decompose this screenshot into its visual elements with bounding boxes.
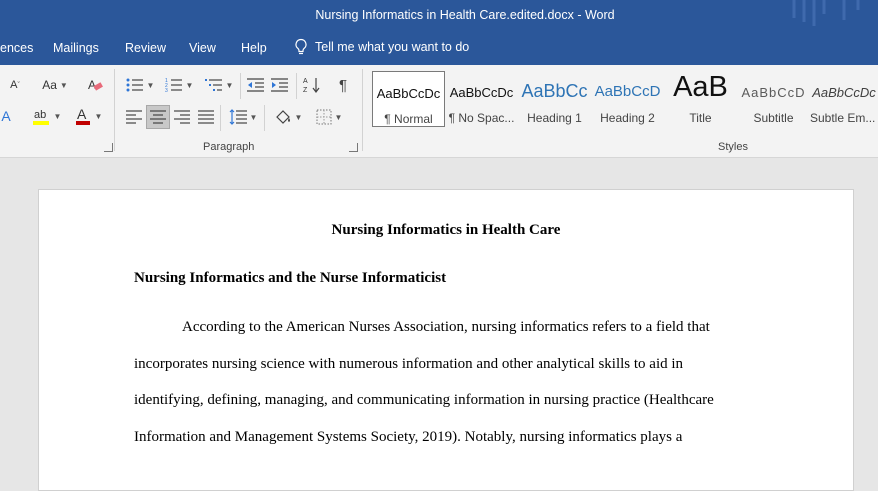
lightbulb-icon <box>295 38 307 55</box>
numbering-icon: 123 <box>165 78 182 93</box>
style-preview: AaBbCcDc <box>376 86 441 101</box>
paint-bucket-icon <box>275 110 290 124</box>
tab-references[interactable]: ences <box>0 41 33 55</box>
justify-button[interactable] <box>196 107 216 127</box>
sort-icon: AZ <box>303 78 320 94</box>
line-spacing-icon <box>229 109 247 125</box>
change-case-button[interactable]: Aa ▼ <box>38 75 72 95</box>
numbering-button[interactable]: 123 ▼ <box>162 75 196 95</box>
style-heading-2[interactable]: AaBbCcD Heading 2 <box>591 71 664 127</box>
text-effects-button[interactable]: A <box>0 105 12 127</box>
align-center-icon <box>150 110 166 124</box>
font-size-shrink-button[interactable]: Aˇ <box>0 75 30 95</box>
bullets-button[interactable]: ▼ <box>124 75 156 95</box>
svg-text:A: A <box>303 78 308 85</box>
style-preview: AaBbCcDc <box>812 85 876 100</box>
style-preview: AaBbCcD <box>594 83 661 100</box>
font-dialog-launcher[interactable] <box>104 143 113 152</box>
document-title: Nursing Informatics in Health Care <box>331 222 561 238</box>
style-name: Heading 1 <box>527 111 582 125</box>
style-name: Subtitle <box>753 111 794 125</box>
decorative-pattern <box>792 0 860 26</box>
align-left-button[interactable] <box>124 107 144 127</box>
shading-button[interactable]: ▼ <box>270 107 306 127</box>
mini-separator <box>264 105 265 131</box>
paragraph-line: Information and Management Systems Socie… <box>134 429 683 445</box>
style-name: ¶ No Spac... <box>448 111 515 125</box>
line-spacing-button[interactable]: ▼ <box>226 107 260 127</box>
svg-text:A: A <box>88 78 96 92</box>
style-name: Heading 2 <box>600 111 655 125</box>
svg-text:Z: Z <box>303 87 308 94</box>
style-preview: AaBbCcD <box>741 85 806 100</box>
window-title: Nursing Informatics in Health Care.edite… <box>315 8 615 22</box>
style-preview: AaBbCcDc <box>449 85 514 100</box>
clear-formatting-button[interactable]: A <box>84 75 106 95</box>
style-subtitle[interactable]: AaBbCcD Subtitle <box>737 71 810 127</box>
tab-help[interactable]: Help <box>241 41 267 55</box>
bullets-icon <box>126 78 143 92</box>
align-center-button[interactable] <box>146 105 170 129</box>
paragraph-dialog-launcher[interactable] <box>349 143 358 152</box>
document-canvas[interactable]: Nursing Informatics in Health Care Nursi… <box>0 158 878 491</box>
document-page[interactable]: Nursing Informatics in Health Care Nursi… <box>38 189 854 491</box>
tab-review[interactable]: Review <box>125 41 166 55</box>
group-separator <box>362 69 363 151</box>
decrease-indent-button[interactable] <box>246 75 266 95</box>
decrease-indent-icon <box>247 78 264 92</box>
align-left-icon <box>126 110 142 124</box>
title-bar: Nursing Informatics in Health Care.edite… <box>0 0 878 32</box>
multilevel-list-button[interactable]: ▼ <box>202 75 236 95</box>
style-heading-1[interactable]: AaBbCc Heading 1 <box>518 71 591 127</box>
align-right-icon <box>174 110 190 124</box>
sort-button[interactable]: AZ <box>302 75 322 95</box>
mini-separator <box>240 73 241 99</box>
mini-separator <box>296 73 297 99</box>
justify-icon <box>198 110 214 124</box>
tab-mailings[interactable]: Mailings <box>53 41 99 55</box>
style-title[interactable]: AaB Title <box>664 71 737 127</box>
style-subtle-emphasis[interactable]: AaBbCcDc Subtle Em... <box>810 71 878 127</box>
style-preview: AaB <box>673 71 728 103</box>
borders-button[interactable]: ▼ <box>312 107 346 127</box>
tell-me-text: Tell me what you want to do <box>315 40 470 54</box>
paragraph-line: According to the American Nurses Associa… <box>182 319 710 335</box>
paragraph-line: identifying, defining, managing, and com… <box>134 392 714 408</box>
style-no-spacing[interactable]: AaBbCcDc ¶ No Spac... <box>445 71 518 127</box>
section-heading: Nursing Informatics and the Nurse Inform… <box>134 270 447 286</box>
font-color-icon: A <box>75 106 90 125</box>
style-name: Subtle Em... <box>810 111 876 125</box>
svg-text:ab: ab <box>34 109 46 121</box>
style-preview: AaBbCc <box>521 81 588 101</box>
increase-indent-button[interactable] <box>270 75 290 95</box>
align-right-button[interactable] <box>172 107 192 127</box>
styles-group-label: Styles <box>718 141 748 153</box>
paragraph-line: incorporates nursing science with numero… <box>134 356 684 372</box>
multilevel-list-icon <box>204 79 222 91</box>
pilcrow-icon: ¶ <box>338 76 348 94</box>
borders-icon <box>316 109 332 125</box>
svg-text:A: A <box>77 106 87 122</box>
show-formatting-marks-button[interactable]: ¶ <box>334 75 352 95</box>
tell-me-box[interactable]: Tell me what you want to do <box>293 38 469 56</box>
paragraph-group-label: Paragraph <box>203 141 255 153</box>
style-normal[interactable]: AaBbCcDc ¶ Normal <box>372 71 445 127</box>
styles-gallery: AaBbCcDc ¶ Normal AaBbCcDc ¶ No Spac... … <box>372 69 878 129</box>
style-name: ¶ Normal <box>384 112 433 126</box>
mini-separator <box>220 105 221 131</box>
tab-view[interactable]: View <box>189 41 216 55</box>
text-highlight-button[interactable]: ab ▼ <box>24 105 68 127</box>
group-separator <box>114 69 115 151</box>
style-name: Title <box>689 111 712 125</box>
ribbon-tabs: ences Mailings Review View Help Tell me … <box>0 32 878 65</box>
change-case-label: Aa <box>42 78 57 92</box>
clear-formatting-icon: A <box>88 78 103 92</box>
highlighter-icon: ab <box>32 109 49 125</box>
increase-indent-icon <box>271 78 288 92</box>
font-color-button[interactable]: A ▼ <box>68 105 108 127</box>
svg-text:3: 3 <box>165 88 168 93</box>
ribbon: Aˇ Aa ▼ A A ab ▼ A ▼ ▼ 123 ▼ ▼ A Z ¶ ▼ ▼… <box>0 65 878 158</box>
